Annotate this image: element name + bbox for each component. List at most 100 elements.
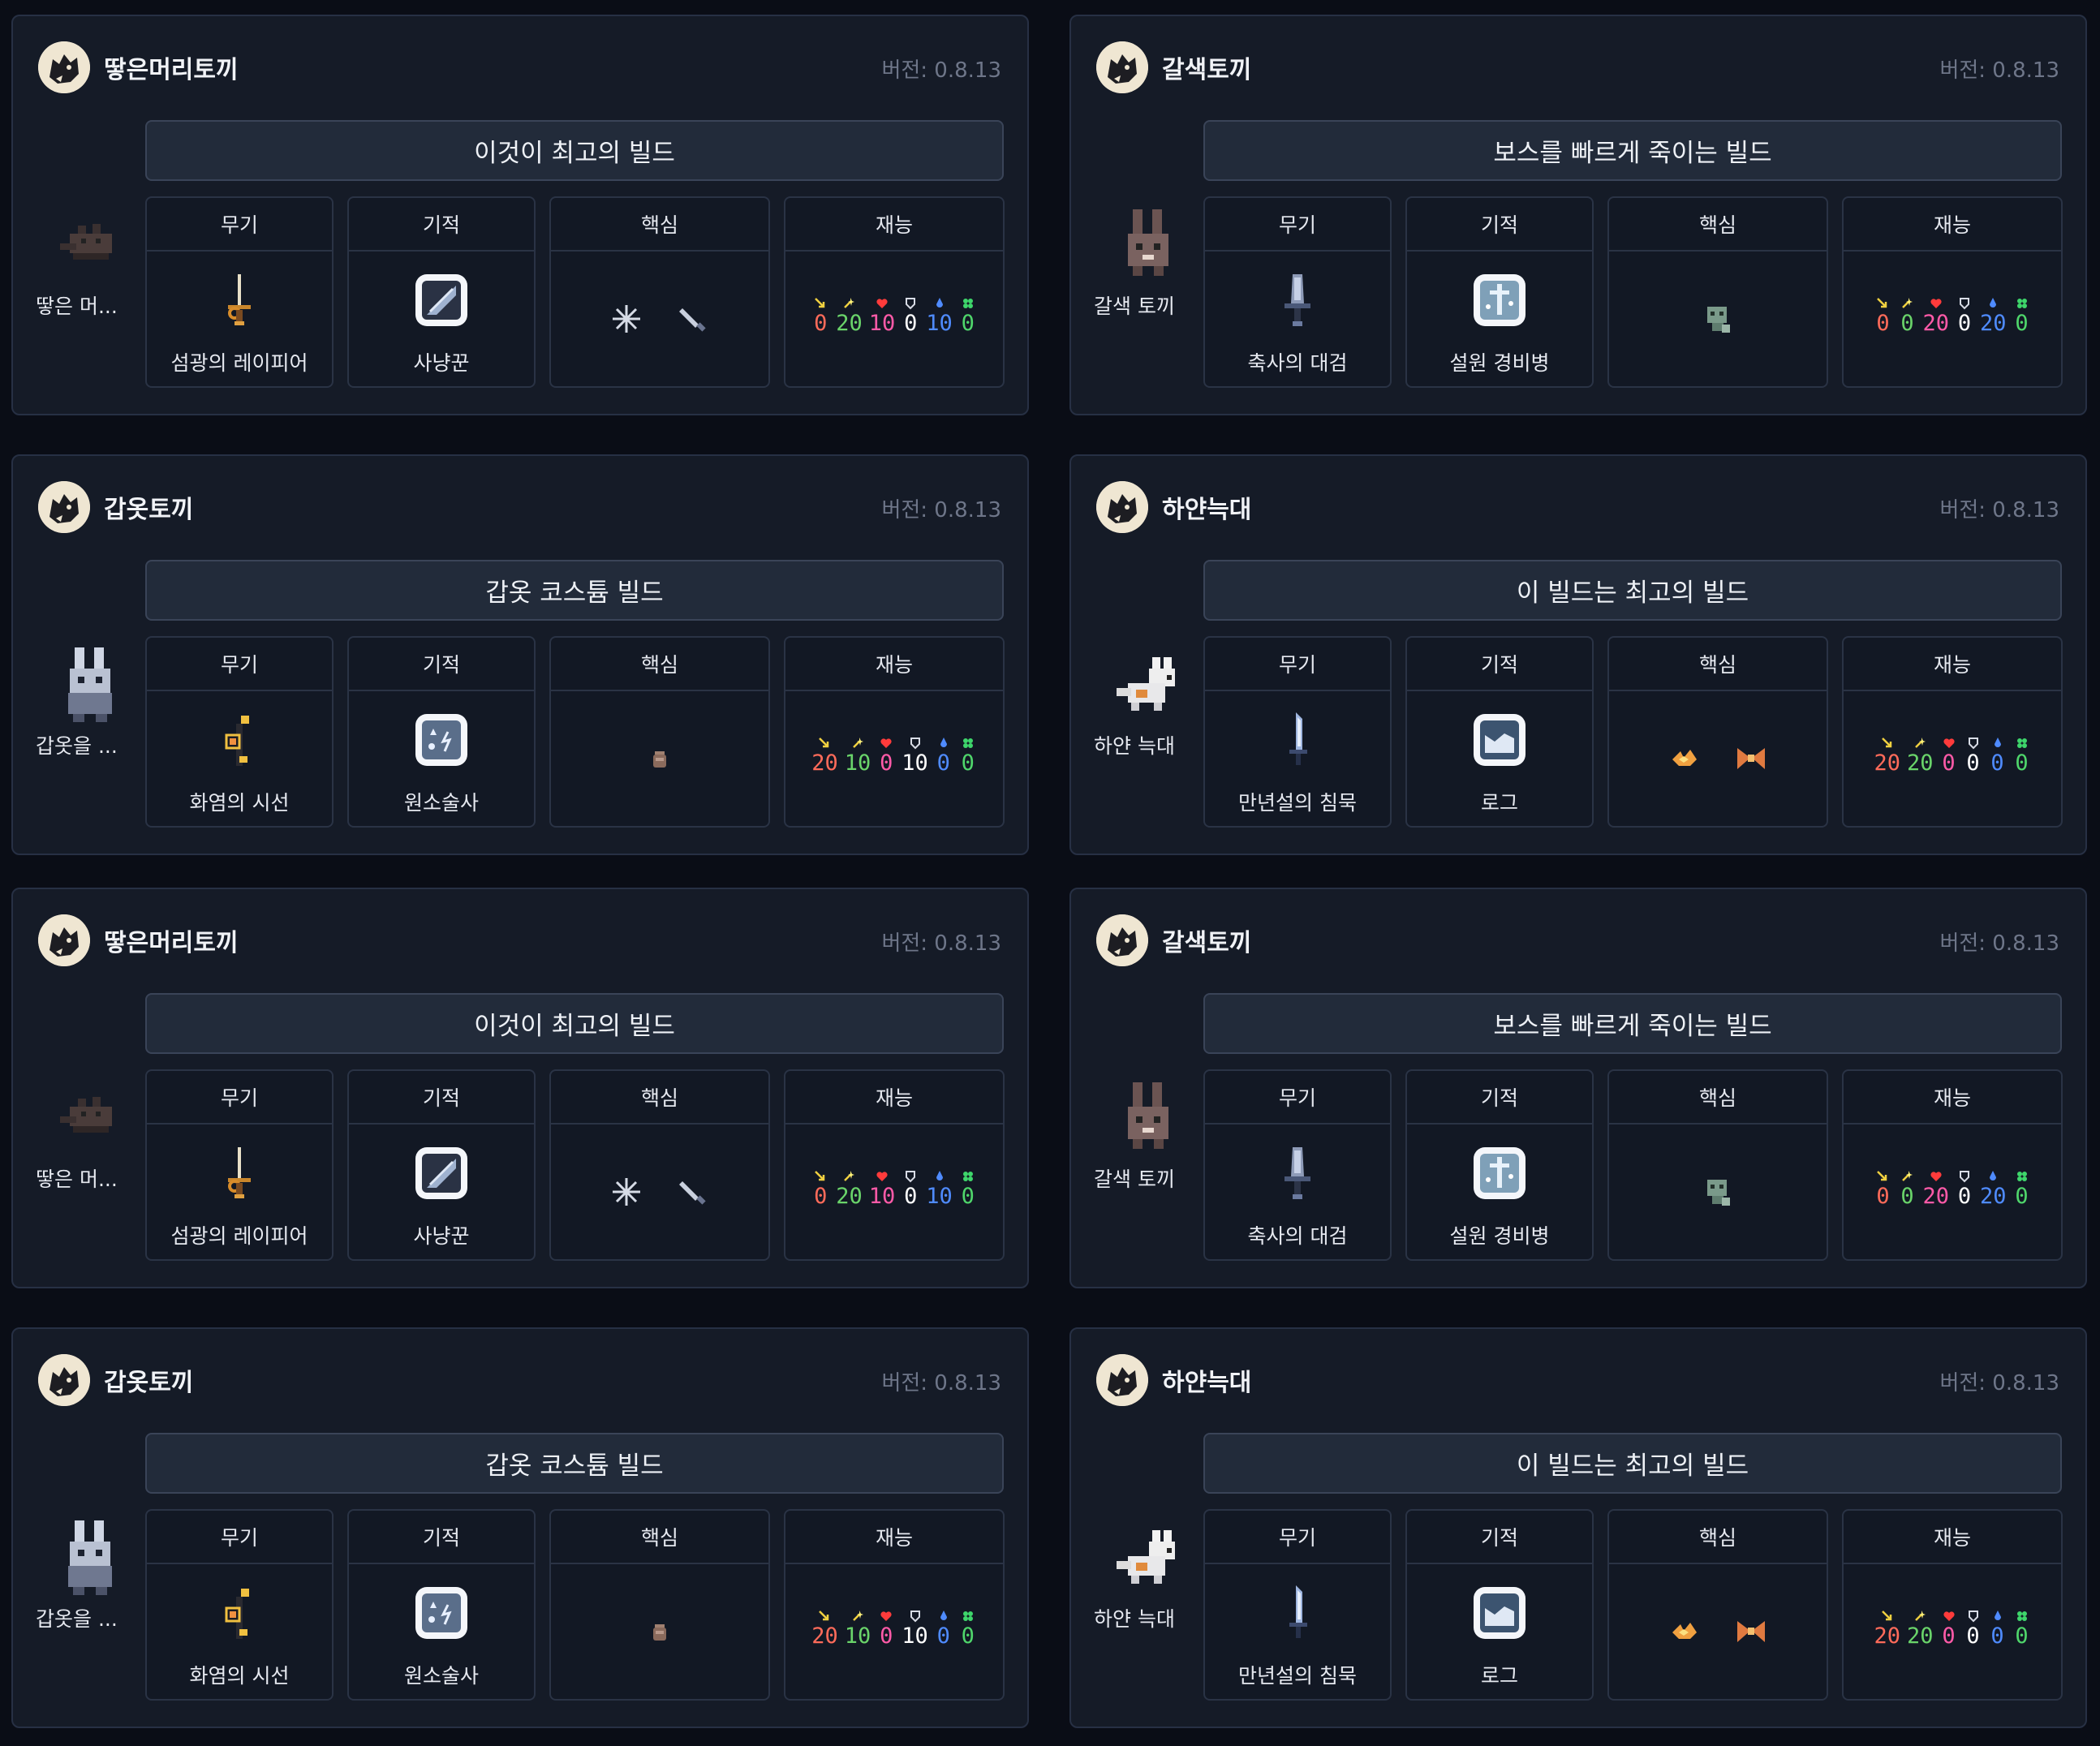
miracle-box[interactable]: 기적 원소술사 xyxy=(347,636,536,828)
heart-icon xyxy=(880,1610,893,1623)
talent-box[interactable]: 재능 20 20 0 0 0 0 xyxy=(1842,1509,2063,1701)
shield-icon xyxy=(904,1170,917,1183)
skull-core-icon[interactable] xyxy=(1699,1173,1736,1211)
weapon-box[interactable]: 무기 화염의 시선 xyxy=(145,1509,334,1701)
braided-rabbit-icon xyxy=(45,201,135,290)
jar-core-icon[interactable] xyxy=(641,1613,678,1650)
core-header: 핵심 xyxy=(551,1511,768,1564)
hunter-miracle-icon xyxy=(412,1144,471,1202)
author-name: 갑옷토끼 xyxy=(104,1369,194,1397)
ribbon-core-icon[interactable] xyxy=(1732,740,1770,777)
heart-icon xyxy=(1930,1170,1943,1183)
talent-value: 0 xyxy=(814,1184,828,1209)
weapon-box[interactable]: 무기 축사의 대검 xyxy=(1203,196,1392,388)
snowflake-core-icon[interactable] xyxy=(608,300,645,338)
core-header: 핵심 xyxy=(551,638,768,691)
flame-staff-icon xyxy=(210,1584,269,1642)
core-box[interactable]: 핵심 xyxy=(549,636,770,828)
core-box[interactable]: 핵심 xyxy=(1607,1509,1828,1701)
miracle-box[interactable]: 기적 로그 xyxy=(1405,636,1594,828)
character-name: 갈색 토끼 xyxy=(1094,1168,1175,1191)
build-card[interactable]: 갈색토끼 버전: 0.8.13 보스를 빠르게 죽이는 빌드 갈색 토끼 무기 축사의 대… xyxy=(1069,15,2087,415)
core-box[interactable]: 핵심 xyxy=(549,1509,770,1701)
clover-icon xyxy=(2016,297,2029,310)
arrow-attack-icon xyxy=(1881,1610,1894,1623)
shield-icon xyxy=(1967,1610,1980,1623)
miracle-header: 기적 xyxy=(1407,198,1592,252)
author-avatar xyxy=(38,481,90,533)
ribbon-core-icon[interactable] xyxy=(1732,1613,1770,1650)
arrow-attack-icon xyxy=(1876,1170,1889,1183)
miracle-box[interactable]: 기적 설원 경비병 xyxy=(1405,1069,1594,1261)
build-card[interactable]: 땋은머리토끼 버전: 0.8.13 이것이 최고의 빌드 땋은 머... 무기 섬광의 레… xyxy=(11,888,1029,1288)
talent-box[interactable]: 재능 0 20 10 0 10 0 xyxy=(784,196,1005,388)
core-box[interactable]: 핵심 xyxy=(1607,196,1828,388)
sparkle-skill-icon xyxy=(842,297,855,310)
heart-icon xyxy=(1943,737,1956,750)
talent-value: 0 xyxy=(1966,750,1980,776)
talent-box[interactable]: 재능 20 20 0 0 0 0 xyxy=(1842,636,2063,828)
snowflake-core-icon[interactable] xyxy=(608,1173,645,1211)
clover-icon xyxy=(962,1610,975,1623)
brown-rabbit-icon xyxy=(1104,201,1193,290)
miracle-box[interactable]: 기적 사냥꾼 xyxy=(347,1069,536,1261)
weapon-box[interactable]: 무기 축사의 대검 xyxy=(1203,1069,1392,1261)
author-avatar xyxy=(1096,481,1148,533)
build-card[interactable]: 하얀늑대 버전: 0.8.13 이 빌드는 최고의 빌드 하얀 늑대 무기 만년설의 침묵… xyxy=(1069,454,2087,855)
talent-value: 20 xyxy=(1922,1184,1949,1209)
version-label: 버전: 0.8.13 xyxy=(1939,58,2059,83)
weapon-box[interactable]: 무기 만년설의 침묵 xyxy=(1203,1509,1392,1701)
fire-core-icon[interactable] xyxy=(1666,1613,1703,1650)
fire-core-icon[interactable] xyxy=(1666,740,1703,777)
build-card[interactable]: 갈색토끼 버전: 0.8.13 보스를 빠르게 죽이는 빌드 갈색 토끼 무기 축사의 대… xyxy=(1069,888,2087,1288)
weapon-name: 만년설의 침묵 xyxy=(1238,1664,1357,1688)
snowfield-guard-miracle-icon xyxy=(1470,1144,1529,1202)
dagger-core-icon[interactable] xyxy=(674,1173,712,1211)
weapon-box[interactable]: 무기 만년설의 침묵 xyxy=(1203,636,1392,828)
talent-header: 재능 xyxy=(785,1511,1003,1564)
talent-value: 0 xyxy=(961,1184,975,1209)
core-box[interactable]: 핵심 xyxy=(549,196,770,388)
build-card[interactable]: 하얀늑대 버전: 0.8.13 이 빌드는 최고의 빌드 하얀 늑대 무기 만년설의 침묵… xyxy=(1069,1327,2087,1728)
miracle-box[interactable]: 기적 사냥꾼 xyxy=(347,196,536,388)
jar-core-icon[interactable] xyxy=(641,740,678,777)
version-label: 버전: 0.8.13 xyxy=(1939,931,2059,956)
author-name: 갑옷토끼 xyxy=(104,496,194,524)
talent-value: 10 xyxy=(868,1184,896,1209)
talent-box[interactable]: 재능 20 10 0 10 0 0 xyxy=(784,636,1005,828)
core-box[interactable]: 핵심 xyxy=(1607,636,1828,828)
talent-box[interactable]: 재능 0 20 10 0 10 0 xyxy=(784,1069,1005,1261)
miracle-header: 기적 xyxy=(1407,638,1592,691)
talent-value: 20 xyxy=(836,1184,863,1209)
miracle-box[interactable]: 기적 설원 경비병 xyxy=(1405,196,1594,388)
build-card[interactable]: 땋은머리토끼 버전: 0.8.13 이것이 최고의 빌드 땋은 머... 무기 섬광의 레… xyxy=(11,15,1029,415)
talent-value: 0 xyxy=(904,1184,918,1209)
weapon-box[interactable]: 무기 화염의 시선 xyxy=(145,636,334,828)
author-avatar xyxy=(1096,1354,1148,1406)
weapon-box[interactable]: 무기 섬광의 레이피어 xyxy=(145,1069,334,1261)
talent-header: 재능 xyxy=(1844,638,2061,691)
build-card[interactable]: 갑옷토끼 버전: 0.8.13 갑옷 코스튬 빌드 갑옷을 ... 무기 화염의 시선 기적… xyxy=(11,454,1029,855)
talent-value: 0 xyxy=(936,1623,950,1649)
core-box[interactable]: 핵심 xyxy=(549,1069,770,1261)
talent-box[interactable]: 재능 20 10 0 10 0 0 xyxy=(784,1509,1005,1701)
skull-core-icon[interactable] xyxy=(1699,300,1736,338)
talent-box[interactable]: 재능 0 0 20 0 20 0 xyxy=(1842,1069,2063,1261)
shield-icon xyxy=(1967,737,1980,750)
talent-box[interactable]: 재능 0 0 20 0 20 0 xyxy=(1842,196,2063,388)
build-title: 보스를 빠르게 죽이는 빌드 xyxy=(1203,993,2062,1054)
dagger-core-icon[interactable] xyxy=(674,300,712,338)
drop-icon xyxy=(933,1170,946,1183)
miracle-header: 기적 xyxy=(349,1071,534,1125)
white-wolf-icon xyxy=(1104,1514,1193,1603)
talent-value: 0 xyxy=(1990,1623,2004,1649)
miracle-header: 기적 xyxy=(1407,1511,1592,1564)
weapon-name: 축사의 대검 xyxy=(1247,351,1348,375)
talent-value: 20 xyxy=(1980,311,2007,336)
core-box[interactable]: 핵심 xyxy=(1607,1069,1828,1261)
miracle-box[interactable]: 기적 로그 xyxy=(1405,1509,1594,1701)
talent-value: 20 xyxy=(1874,1623,1900,1649)
weapon-box[interactable]: 무기 섬광의 레이피어 xyxy=(145,196,334,388)
miracle-box[interactable]: 기적 원소술사 xyxy=(347,1509,536,1701)
build-card[interactable]: 갑옷토끼 버전: 0.8.13 갑옷 코스튬 빌드 갑옷을 ... 무기 화염의 시선 기적… xyxy=(11,1327,1029,1728)
